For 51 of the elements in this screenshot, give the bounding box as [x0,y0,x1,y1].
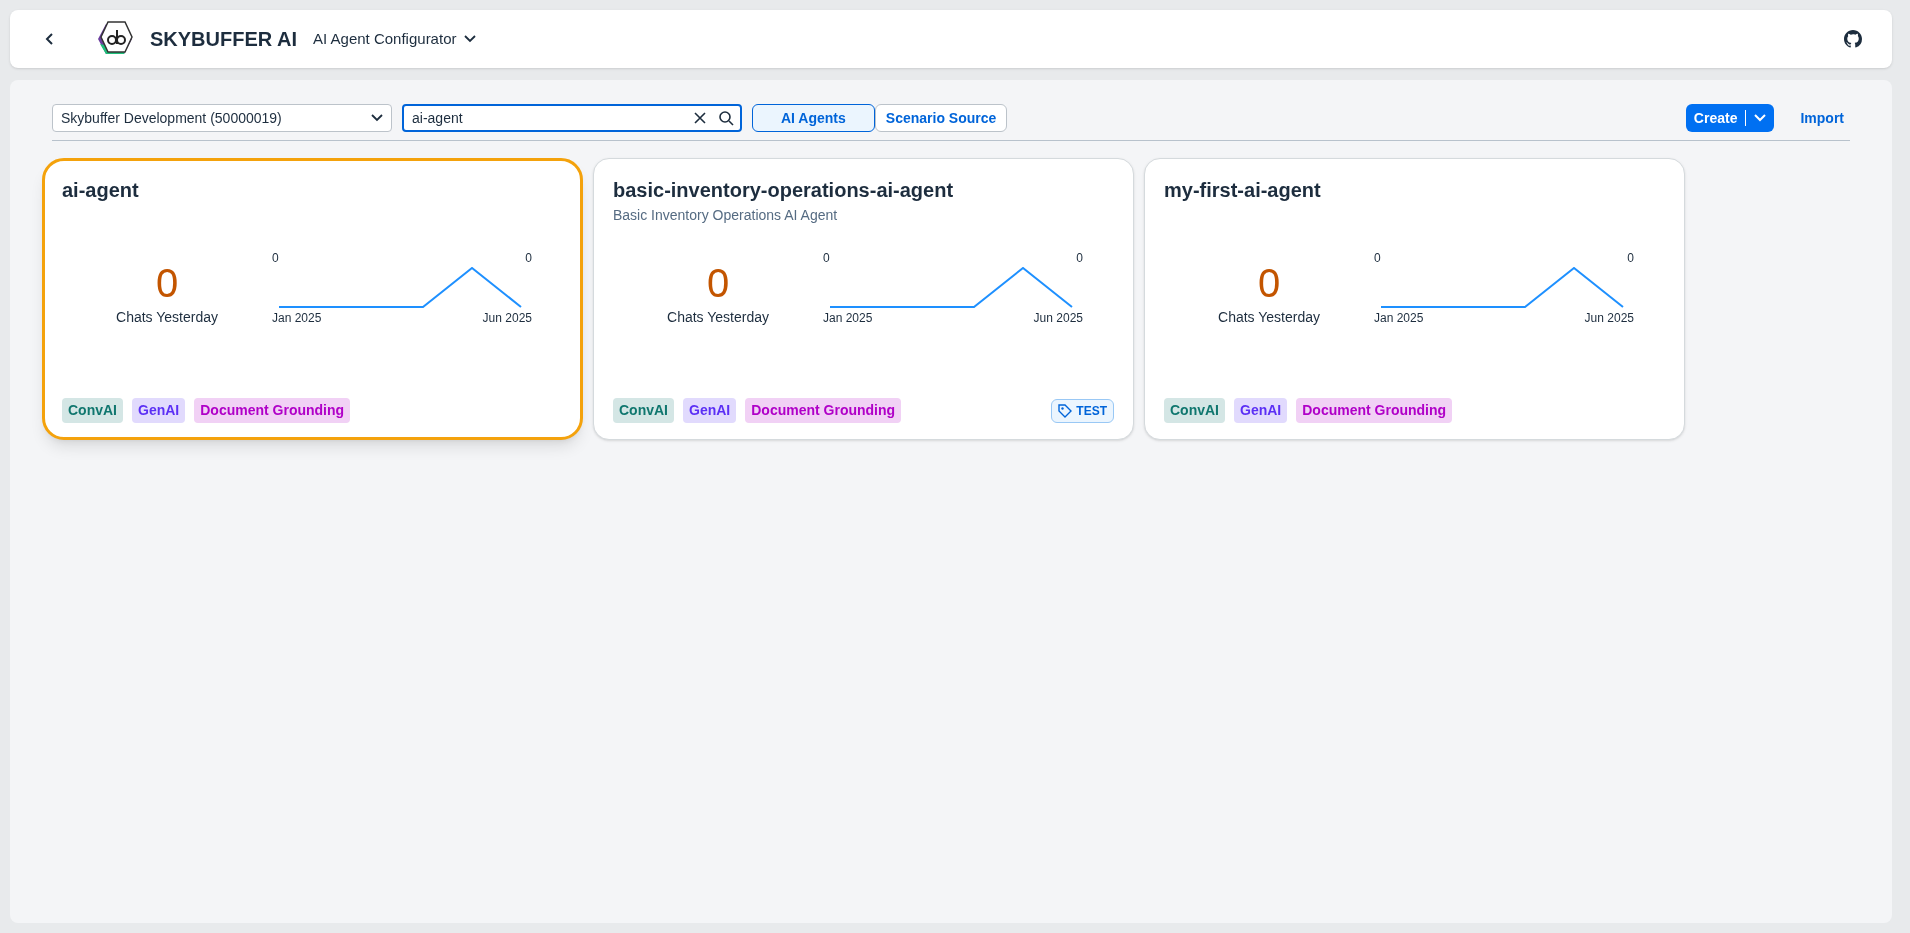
metric-value: 0 [706,260,730,307]
agent-card[interactable]: my-first-ai-agent 0 Chats Yesterday 0 0 Jan 2025 Jun 2025 ConvAI GenAI Document Grounding [1144,158,1685,440]
card-subtitle: Basic Inventory Operations AI Agent [613,206,838,225]
search-icon[interactable] [718,110,734,126]
spark-start-label: Jan 2025 [823,309,873,327]
clear-icon[interactable] [694,112,706,124]
agent-card[interactable]: ai-agent 0 Chats Yesterday 0 0 Jan 2025 Jun 2025 ConvAI GenAI Document Grounding [42,158,583,440]
app-switcher[interactable]: AI Agent Configurator [313,27,477,51]
agent-card[interactable]: basic-inventory-operations-ai-agent Basic Inventory Operations AI Agent 0 Chats Yesterday 0 0 Jan 2025 Jun 2025 ConvAI GenAI Document Grounding TEST [593,158,1134,440]
tag: GenAI [683,398,737,423]
metric-value: 0 [1257,260,1281,307]
spark-start-label: Jan 2025 [1374,309,1424,327]
metric-label: Chats Yesterday [667,308,769,327]
chevron-down-icon [464,35,477,43]
metric-label: Chats Yesterday [1218,308,1320,327]
spark-start-value: 0 [1374,249,1381,267]
github-icon[interactable] [1844,30,1862,48]
metric-label: Chats Yesterday [116,308,218,327]
spark-end-value: 0 [1076,249,1083,267]
card-title: basic-inventory-operations-ai-agent [613,178,954,203]
create-button[interactable]: Create [1685,104,1775,132]
tag: GenAI [1234,398,1288,423]
tag: GenAI [132,398,186,423]
tag: ConvAI [613,398,674,423]
spark-end-label: Jun 2025 [1584,309,1634,327]
chevron-down-icon [1754,114,1767,122]
system-select[interactable]: Skybuffer Development (50000019) [52,104,392,132]
tag: ConvAI [1164,398,1225,423]
view-tab[interactable]: AI Agents [752,104,875,132]
tag: Document Grounding [194,398,351,423]
import-link[interactable]: Import [1800,107,1844,129]
spark-start-value: 0 [272,249,279,267]
app-name: SKYBUFFER AI [150,27,298,52]
tag: ConvAI [62,398,123,423]
test-badge: TEST [1051,398,1114,423]
tag-icon [1058,403,1073,418]
metric-value: 0 [155,260,179,307]
spark-start-value: 0 [823,249,830,267]
tag: Document Grounding [1296,398,1453,423]
chevron-down-icon [371,114,383,122]
search-field[interactable]: ai-agent [402,104,742,132]
tag: Document Grounding [745,398,902,423]
card-title: ai-agent [62,178,139,203]
spark-end-value: 0 [1627,249,1634,267]
card-title: my-first-ai-agent [1164,178,1321,203]
spark-end-value: 0 [525,249,532,267]
view-tab[interactable]: Scenario Source [874,104,1008,132]
back-icon [45,32,55,46]
spark-end-label: Jun 2025 [1033,309,1083,327]
spark-end-label: Jun 2025 [482,309,532,327]
spark-start-label: Jan 2025 [272,309,322,327]
